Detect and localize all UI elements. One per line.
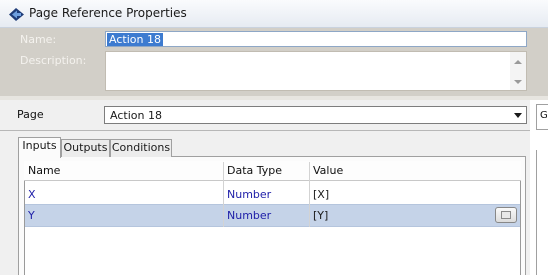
diamond-arrow-icon: [9, 8, 24, 21]
tab-outputs[interactable]: Outputs: [61, 139, 110, 157]
scroll-up-icon[interactable]: [514, 60, 522, 64]
name-value: Action 18: [107, 33, 163, 46]
cell-name: Y: [28, 209, 35, 222]
cell-data-type: Number: [227, 209, 272, 222]
description-scrollbar[interactable]: [510, 52, 526, 90]
description-label: Description:: [20, 54, 87, 67]
column-header-name[interactable]: Name: [28, 164, 60, 177]
partial-g-icon: G: [540, 110, 548, 121]
page-select-value: Action 18: [110, 109, 162, 122]
tab-inputs[interactable]: Inputs: [18, 137, 61, 158]
window-title: Page Reference Properties: [29, 6, 187, 20]
cell-value[interactable]: [Y]: [313, 209, 328, 222]
column-divider: [223, 162, 224, 227]
divider: [536, 150, 537, 275]
tab-conditions[interactable]: Conditions: [110, 139, 172, 157]
column-divider: [309, 162, 310, 227]
scroll-down-icon[interactable]: [514, 80, 522, 84]
table-row[interactable]: [25, 182, 520, 204]
divider: [0, 130, 530, 131]
name-label: Name:: [20, 33, 57, 46]
table-row-selected[interactable]: [25, 204, 520, 227]
column-header-value[interactable]: Value: [313, 164, 343, 177]
cell-data-type: Number: [227, 188, 272, 201]
page-select[interactable]: Action 18: [104, 106, 527, 124]
expression-editor-icon: [501, 211, 511, 219]
name-input[interactable]: Action 18: [105, 31, 527, 47]
page-label: Page: [17, 108, 44, 121]
edit-value-button[interactable]: [495, 207, 517, 223]
column-header-data-type[interactable]: Data Type: [227, 164, 282, 177]
description-input[interactable]: [105, 51, 527, 91]
chevron-down-icon[interactable]: [514, 113, 522, 118]
cell-value[interactable]: [X]: [313, 188, 329, 201]
cell-name: X: [28, 188, 36, 201]
